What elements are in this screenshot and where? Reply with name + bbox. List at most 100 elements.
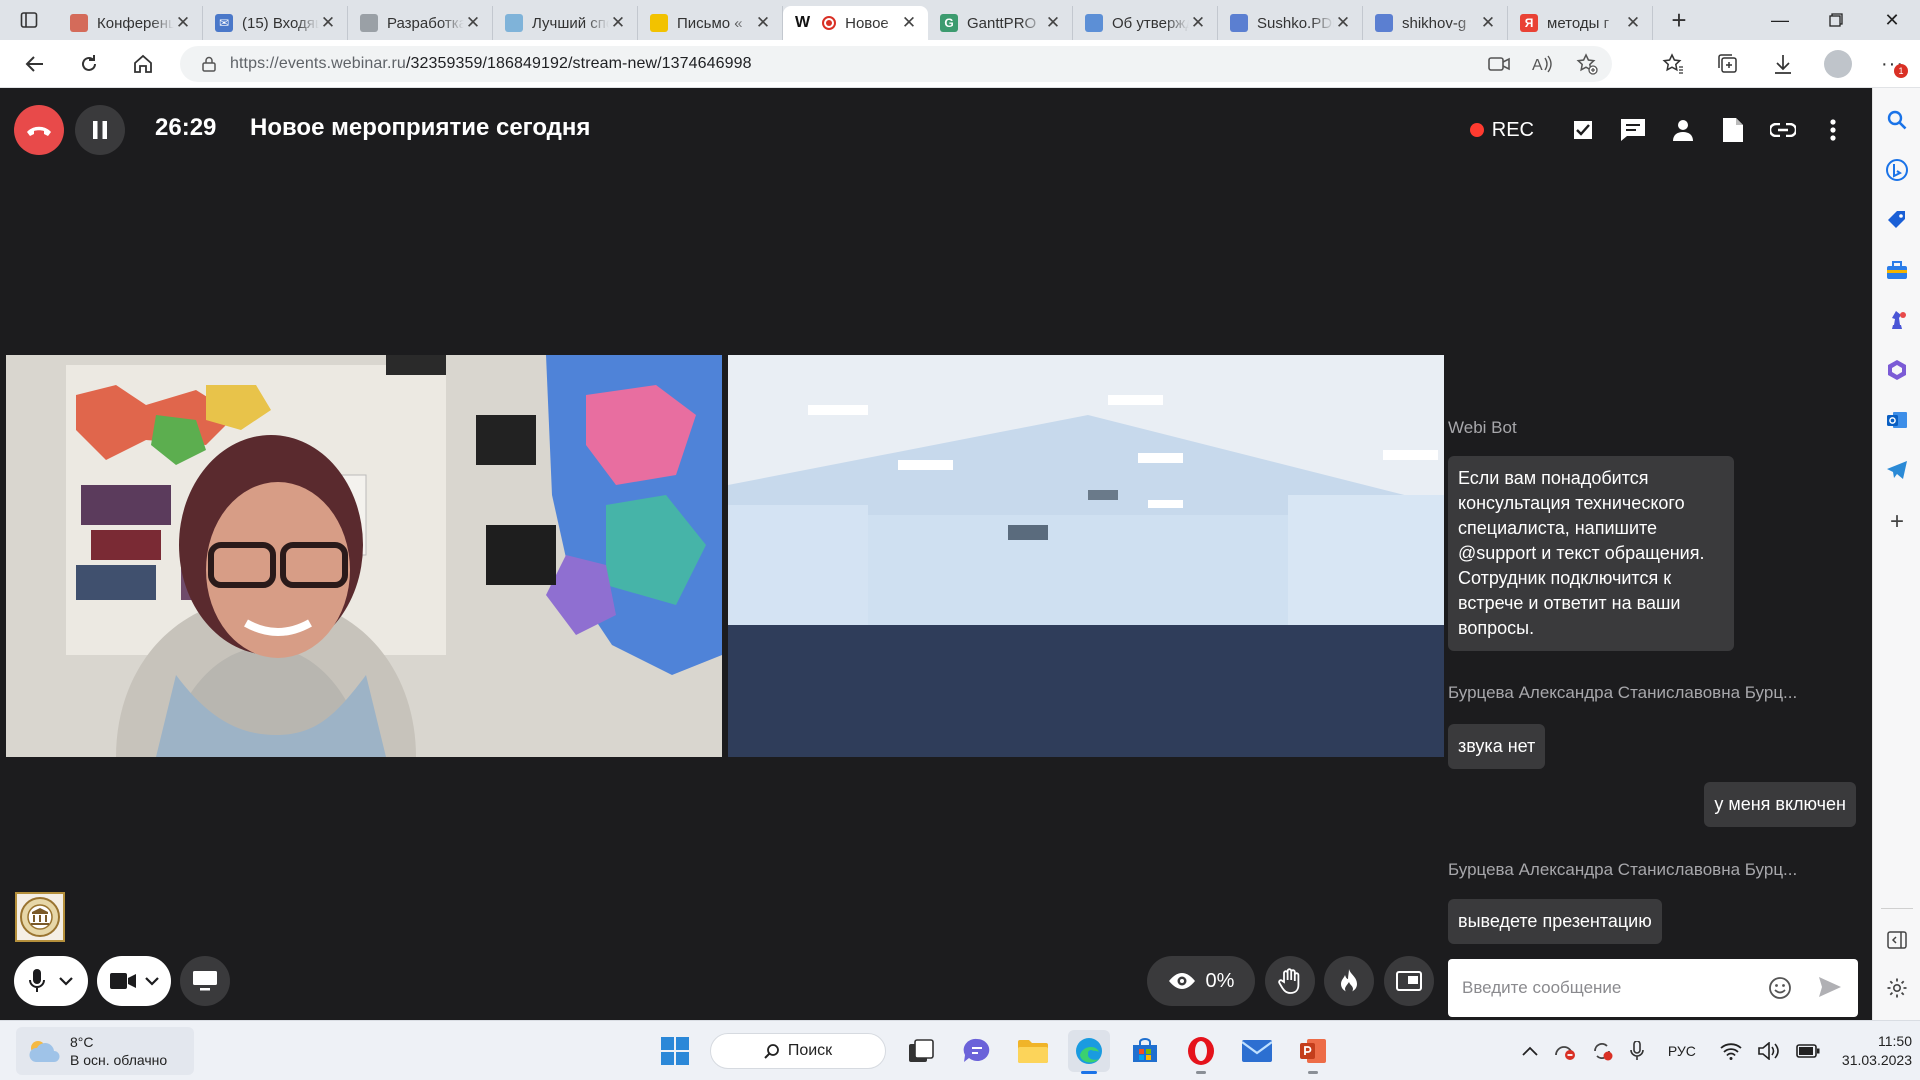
profile-button[interactable] — [1810, 40, 1865, 88]
maximize-button[interactable] — [1808, 0, 1864, 40]
tab-actions-button[interactable] — [0, 0, 58, 40]
reload-button[interactable] — [62, 40, 116, 88]
browser-tab[interactable]: Лучший способ✕ — [493, 6, 638, 40]
new-tab-button[interactable]: + — [1659, 0, 1699, 40]
input-language[interactable]: РУС — [1668, 1043, 1696, 1059]
share-link-button[interactable] — [1758, 105, 1808, 155]
sidebar-office-button[interactable] — [1883, 356, 1911, 384]
tab-close-icon[interactable]: ✕ — [319, 13, 337, 33]
address-bar[interactable]: https://events.webinar.ru/32359359/18684… — [180, 46, 1612, 82]
sidebar-add-button[interactable]: + — [1883, 508, 1911, 536]
camera-permission-icon[interactable] — [1488, 56, 1510, 72]
minimize-button[interactable]: — — [1752, 0, 1808, 40]
opera-button[interactable] — [1180, 1030, 1222, 1074]
sidebar-settings-button[interactable] — [1883, 974, 1911, 1002]
end-call-button[interactable] — [14, 105, 64, 155]
browser-tab[interactable]: Яметоды г ✕ — [1508, 6, 1653, 40]
browser-tab[interactable]: Конференция✕ — [58, 6, 203, 40]
emoji-button[interactable] — [1768, 976, 1792, 1005]
chat-button[interactable] — [1608, 105, 1658, 155]
store-button[interactable] — [1124, 1030, 1166, 1072]
battery-icon[interactable] — [1796, 1044, 1820, 1058]
tab-close-icon[interactable]: ✕ — [1479, 13, 1497, 33]
settings-more-button[interactable]: ··· 1 — [1865, 40, 1920, 88]
close-window-button[interactable]: ✕ — [1864, 0, 1920, 40]
browser-tab[interactable]: shikhov-g ✕ — [1363, 6, 1508, 40]
tab-close-icon[interactable]: ✕ — [900, 13, 918, 33]
send-message-button[interactable] — [1818, 976, 1842, 1003]
file-explorer-button[interactable] — [1012, 1030, 1054, 1072]
pause-button[interactable] — [75, 105, 125, 155]
edge-taskbar-button[interactable] — [1068, 1030, 1110, 1074]
viewers-indicator[interactable]: 0% — [1147, 956, 1255, 1006]
tab-close-icon[interactable]: ✕ — [174, 13, 192, 33]
speaker-video-frame — [6, 355, 722, 757]
powerpoint-button[interactable] — [1292, 1030, 1334, 1074]
sidebar-tools-button[interactable] — [1883, 256, 1911, 284]
weather-widget[interactable]: 8°C В осн. облачно — [16, 1027, 194, 1075]
browser-tab[interactable]: Sushko.PDF ✕ — [1218, 6, 1363, 40]
screen-share-button[interactable] — [180, 956, 230, 1006]
back-button[interactable] — [8, 40, 62, 88]
tab-close-icon[interactable]: ✕ — [754, 13, 772, 33]
tab-list: Конференция✕✉(15) Входящие✕Разработка✕Лу… — [58, 0, 1653, 40]
chevron-up-icon[interactable] — [1522, 1046, 1538, 1056]
chat-message-bubble: Если вам понадобится консультация технич… — [1448, 456, 1734, 651]
audience-video-tile[interactable] — [728, 355, 1444, 757]
sidebar-hide-button[interactable] — [1883, 926, 1911, 954]
raise-hand-button[interactable] — [1265, 956, 1315, 1006]
wifi-icon[interactable] — [1720, 1042, 1742, 1060]
sidebar-bing-button[interactable] — [1883, 156, 1911, 184]
browser-tab[interactable]: W Новое ✕ — [783, 6, 928, 40]
chat-message-field[interactable] — [1448, 959, 1858, 1017]
tab-close-icon[interactable]: ✕ — [1044, 13, 1062, 33]
volume-icon[interactable] — [1758, 1042, 1780, 1060]
home-button[interactable] — [116, 40, 170, 88]
microphone-tray-icon[interactable] — [1630, 1041, 1644, 1061]
tab-close-icon[interactable]: ✕ — [1334, 13, 1352, 33]
speaker-video-tile[interactable] — [6, 355, 722, 757]
participants-button[interactable] — [1658, 105, 1708, 155]
taskbar-search[interactable]: Поиск — [710, 1033, 886, 1069]
tab-close-icon[interactable]: ✕ — [1624, 13, 1642, 33]
browser-tab[interactable]: Разработка ✕ — [348, 6, 493, 40]
chevron-down-icon[interactable] — [144, 976, 159, 986]
browser-tab[interactable]: Об утверждении✕ — [1073, 6, 1218, 40]
browser-tab[interactable]: ✉ (15) Входящие✕ — [203, 6, 348, 40]
tab-close-icon[interactable]: ✕ — [464, 13, 482, 33]
add-favorite-icon[interactable] — [1576, 53, 1598, 75]
mail-button[interactable] — [1236, 1030, 1278, 1072]
browser-tab[interactable]: G GanttPRO ✕ — [928, 6, 1073, 40]
layout-pip-button[interactable] — [1384, 956, 1434, 1006]
more-options-button[interactable] — [1808, 105, 1858, 155]
favorites-button[interactable] — [1645, 40, 1700, 88]
camera-control[interactable] — [97, 956, 171, 1006]
tab-close-icon[interactable]: ✕ — [609, 13, 627, 33]
files-button[interactable] — [1708, 105, 1758, 155]
browser-tab[interactable]: Письмо « ✕ — [638, 6, 783, 40]
system-clock[interactable]: 11:50 31.03.2023 — [1842, 1032, 1912, 1070]
record-indicator[interactable]: REC — [1469, 119, 1534, 142]
chat-message-input[interactable] — [1462, 978, 1762, 998]
link-icon — [1770, 123, 1796, 137]
start-button[interactable] — [654, 1030, 696, 1072]
recording-dot-icon — [822, 16, 837, 30]
sidebar-games-button[interactable] — [1883, 306, 1911, 334]
chat-message-author: Webi Bot — [1448, 418, 1517, 437]
sidebar-outlook-button[interactable] — [1883, 406, 1911, 434]
microphone-control[interactable] — [14, 956, 88, 1006]
sidebar-search-button[interactable] — [1883, 106, 1911, 134]
reactions-button[interactable] — [1324, 956, 1374, 1006]
tasks-button[interactable] — [1558, 105, 1608, 155]
sidebar-shopping-button[interactable] — [1883, 206, 1911, 234]
chevron-down-icon[interactable] — [59, 976, 73, 986]
downloads-button[interactable] — [1755, 40, 1810, 88]
read-aloud-icon[interactable]: A — [1532, 55, 1554, 73]
teams-chat-button[interactable] — [956, 1030, 998, 1072]
network-blocked-icon[interactable] — [1554, 1041, 1576, 1061]
sync-alert-icon[interactable] — [1592, 1041, 1614, 1061]
sidebar-telegram-button[interactable] — [1883, 456, 1911, 484]
tab-close-icon[interactable]: ✕ — [1189, 13, 1207, 33]
task-view-button[interactable] — [900, 1030, 942, 1072]
collections-button[interactable] — [1700, 40, 1755, 88]
